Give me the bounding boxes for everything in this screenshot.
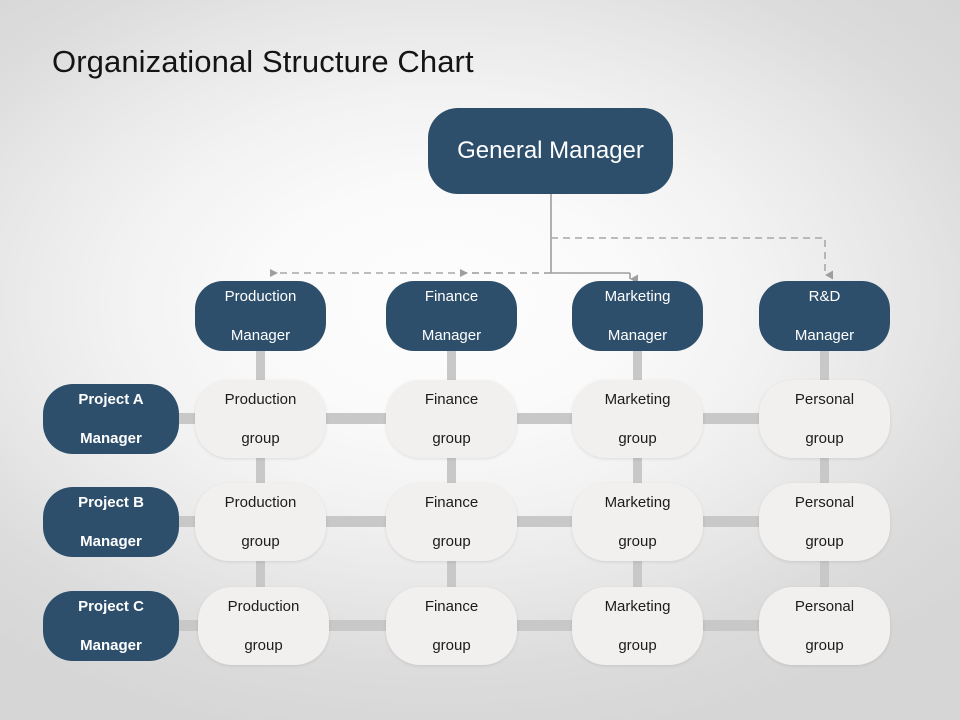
node-label: Production group xyxy=(198,597,329,655)
node-label: Marketing group xyxy=(572,493,703,551)
node-label-line1: Finance xyxy=(424,494,479,512)
node-label-line1: R&D xyxy=(808,288,841,306)
node-label-line2: group xyxy=(618,532,657,550)
node-group-production-3[interactable]: Production group xyxy=(198,587,329,665)
node-group-personal-2[interactable]: Personal group xyxy=(759,483,890,561)
node-project-b-manager[interactable]: Project B Manager xyxy=(43,487,179,557)
node-label-line1: Personal xyxy=(794,494,855,512)
node-label-line2: group xyxy=(244,636,283,654)
node-label-line2: group xyxy=(618,429,657,447)
node-label-line1: Marketing xyxy=(604,391,671,409)
connector-vertical xyxy=(447,348,456,384)
connector-vertical xyxy=(633,348,642,384)
node-group-personal-3[interactable]: Personal group xyxy=(759,587,890,665)
node-label: Project B Manager xyxy=(43,493,179,551)
node-group-marketing-2[interactable]: Marketing group xyxy=(572,483,703,561)
node-group-production-2[interactable]: Production group xyxy=(195,483,326,561)
node-label: Production Manager xyxy=(195,287,326,345)
node-general-manager[interactable]: General Manager xyxy=(428,108,673,194)
node-label-line2: group xyxy=(805,532,844,550)
node-label-line1: Marketing xyxy=(604,598,671,616)
node-label-line1: Production xyxy=(224,391,297,409)
node-label-line1: Marketing xyxy=(604,494,671,512)
node-label-line2: Manager xyxy=(80,636,142,654)
node-label-line1: Project B xyxy=(78,494,144,512)
node-label-line1: Production xyxy=(227,598,300,616)
node-label: Finance group xyxy=(386,390,517,448)
node-label: Finance group xyxy=(386,493,517,551)
connector-vertical xyxy=(820,348,829,384)
slide-canvas: Organizational Structure Chart General M… xyxy=(0,0,960,720)
node-project-a-manager[interactable]: Project A Manager xyxy=(43,384,179,454)
node-label: Finance group xyxy=(386,597,517,655)
node-label: Marketing group xyxy=(572,390,703,448)
node-label-line2: Manager xyxy=(80,429,142,447)
node-group-production-1[interactable]: Production group xyxy=(195,380,326,458)
node-label: Project C Manager xyxy=(43,597,179,655)
node-label: Production group xyxy=(195,390,326,448)
node-label-line2: group xyxy=(805,429,844,447)
node-label: Personal group xyxy=(759,493,890,551)
node-label-line2: group xyxy=(432,532,471,550)
node-group-marketing-1[interactable]: Marketing group xyxy=(572,380,703,458)
node-finance-manager[interactable]: Finance Manager xyxy=(386,281,517,351)
node-label-line1: Marketing xyxy=(604,288,671,306)
node-label-line1: Production xyxy=(224,288,297,306)
node-label: Personal group xyxy=(759,597,890,655)
node-marketing-manager[interactable]: Marketing Manager xyxy=(572,281,703,351)
node-label: Production group xyxy=(195,493,326,551)
node-label-line2: Manager xyxy=(230,326,291,344)
node-label-line1: Production xyxy=(224,494,297,512)
node-group-personal-1[interactable]: Personal group xyxy=(759,380,890,458)
node-label-line1: Finance xyxy=(424,391,479,409)
node-label-line2: Manager xyxy=(794,326,855,344)
node-label-line1: Finance xyxy=(424,288,479,306)
node-project-c-manager[interactable]: Project C Manager xyxy=(43,591,179,661)
connector-vertical xyxy=(256,348,265,384)
node-label: General Manager xyxy=(457,136,644,164)
node-label-line1: Project C xyxy=(78,598,144,616)
node-label-line2: group xyxy=(241,532,280,550)
node-label-line2: group xyxy=(432,636,471,654)
node-label: Marketing Manager xyxy=(572,287,703,345)
node-label-line2: group xyxy=(805,636,844,654)
node-label-line2: group xyxy=(618,636,657,654)
node-label: R&D Manager xyxy=(759,287,890,345)
node-label-line1: Finance xyxy=(424,598,479,616)
node-label-line2: Manager xyxy=(607,326,668,344)
node-label: Marketing group xyxy=(572,597,703,655)
node-label-line1: Personal xyxy=(794,598,855,616)
node-label-line2: group xyxy=(241,429,280,447)
node-label: Project A Manager xyxy=(43,390,179,448)
node-label: Finance Manager xyxy=(386,287,517,345)
node-label-line2: Manager xyxy=(421,326,482,344)
node-group-marketing-3[interactable]: Marketing group xyxy=(572,587,703,665)
node-label-line1: Project A xyxy=(78,391,144,409)
node-production-manager[interactable]: Production Manager xyxy=(195,281,326,351)
node-label-line1: Personal xyxy=(794,391,855,409)
node-group-finance-2[interactable]: Finance group xyxy=(386,483,517,561)
node-label: Personal group xyxy=(759,390,890,448)
node-group-finance-3[interactable]: Finance group xyxy=(386,587,517,665)
node-label-line2: group xyxy=(432,429,471,447)
node-label-line2: Manager xyxy=(80,532,142,550)
node-group-finance-1[interactable]: Finance group xyxy=(386,380,517,458)
node-rd-manager[interactable]: R&D Manager xyxy=(759,281,890,351)
